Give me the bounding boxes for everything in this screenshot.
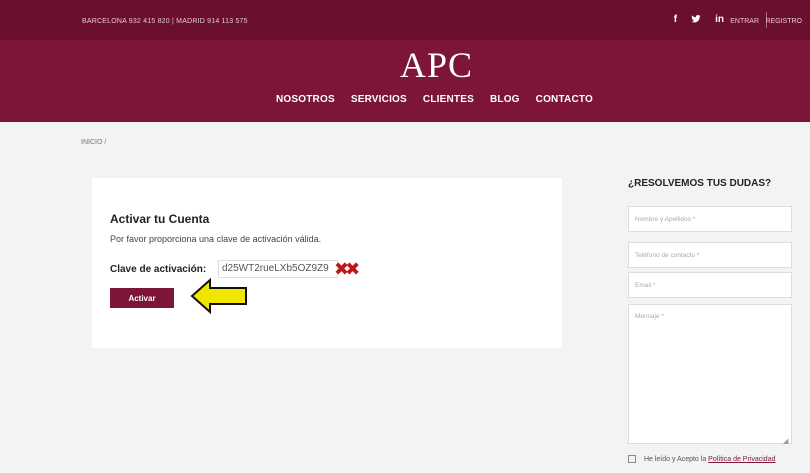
name-field[interactable]: Nombre y Apellidos *	[628, 206, 792, 232]
sidebar-title: ¿RESOLVEMOS TUS DUDAS?	[628, 178, 772, 189]
page-title: Activar tu Cuenta	[110, 212, 210, 226]
yellow-arrow-icon	[190, 278, 247, 314]
nav-item-servicios[interactable]: SERVICIOS	[351, 94, 407, 105]
main-nav: NOSOTROS SERVICIOS CLIENTES BLOG CONTACT…	[276, 94, 593, 105]
linkedin-icon[interactable]: in	[715, 14, 724, 27]
activation-card: Activar tu Cuenta Por favor proporciona …	[92, 178, 562, 348]
resize-handle-icon[interactable]: ◢	[783, 437, 788, 445]
privacy-consent: He leído y Acepto la Política de Privaci…	[628, 455, 798, 463]
social-links: f in	[674, 14, 724, 27]
login-link[interactable]: ENTRAR	[730, 18, 759, 25]
privacy-policy-link[interactable]: Política de Privacidad	[708, 456, 775, 463]
email-field[interactable]: Email *	[628, 272, 792, 298]
nav-item-blog[interactable]: BLOG	[490, 94, 520, 105]
privacy-checkbox[interactable]	[628, 455, 636, 463]
nav-item-contacto[interactable]: CONTACTO	[536, 94, 593, 105]
register-link[interactable]: REGISTRO	[765, 18, 802, 25]
breadcrumb[interactable]: INICIO /	[81, 139, 106, 146]
activate-button[interactable]: Activar	[110, 288, 174, 308]
site-header: APC NOSOTROS SERVICIOS CLIENTES BLOG CON…	[0, 40, 810, 122]
activation-message: Por favor proporciona una clave de activ…	[110, 234, 322, 244]
activation-code-label: Clave de activación:	[110, 264, 207, 275]
twitter-icon[interactable]	[691, 14, 701, 27]
nav-item-nosotros[interactable]: NOSOTROS	[276, 94, 335, 105]
top-bar: BARCELONA 932 415 820 | MADRID 914 113 5…	[0, 0, 810, 40]
site-logo[interactable]: APC	[400, 44, 473, 86]
activation-code-field[interactable]: d25WT2rueLXb5OZ9Z9	[218, 260, 338, 278]
message-field[interactable]: Mensaje *	[628, 304, 792, 444]
phone-field[interactable]: Teléfono de contacto *	[628, 242, 792, 268]
error-x-icon: ✖✖	[334, 259, 360, 279]
facebook-icon[interactable]: f	[674, 14, 677, 27]
privacy-text: He leído y Acepto la	[643, 455, 707, 463]
contact-phones: BARCELONA 932 415 820 | MADRID 914 113 5…	[82, 18, 248, 25]
nav-item-clientes[interactable]: CLIENTES	[423, 94, 474, 105]
